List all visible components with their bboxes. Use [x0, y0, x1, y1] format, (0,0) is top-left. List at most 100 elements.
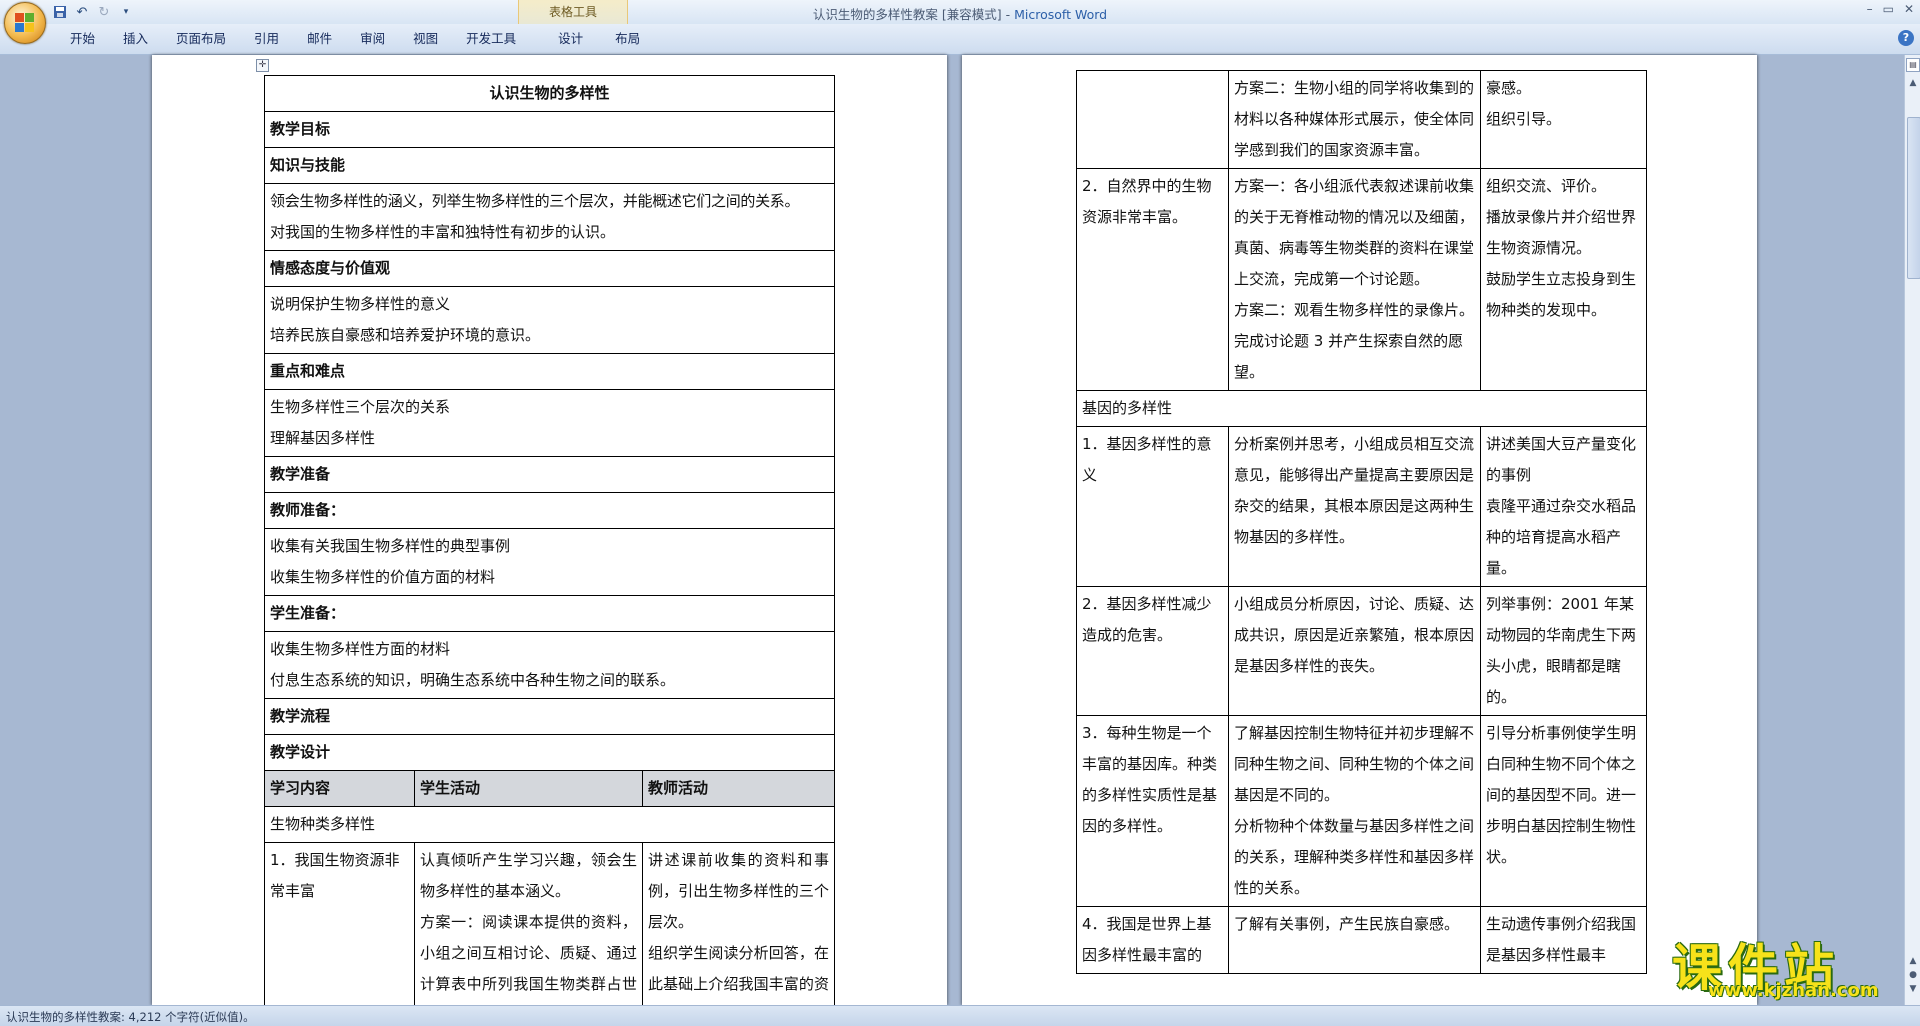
- section-design[interactable]: 教学设计: [264, 734, 835, 771]
- section-knowledge-skill[interactable]: 知识与技能: [264, 147, 835, 184]
- tab-layout[interactable]: 布局: [601, 29, 654, 49]
- tab-page-layout[interactable]: 页面布局: [162, 29, 240, 49]
- text-line: 生物多样性三个层次的关系: [270, 398, 451, 416]
- text-line: 了解有关事例，产生民族自豪感。: [1234, 915, 1460, 933]
- section-teaching-goal[interactable]: 教学目标: [264, 111, 835, 148]
- section-student-prep[interactable]: 学生准备：: [264, 595, 835, 632]
- row-teacher-cell[interactable]: 讲述课前收集的资料和事例，引出生物多样性的三个层次。 组织学生阅读分析回答，在此…: [642, 842, 835, 1005]
- scrollbar-thumb[interactable]: [1907, 117, 1920, 279]
- document-name: 认识生物的多样性教案 [兼容模式] -: [812, 7, 1015, 22]
- tab-mailings[interactable]: 邮件: [293, 29, 346, 49]
- text-line: 培养民族自豪感和培养爱护环境的意识。: [270, 326, 541, 344]
- row-student-cell[interactable]: 小组成员分析原因，讨论、质疑、达成共识，原因是近亲繁殖，根本原因是基因多样性的丧…: [1228, 586, 1481, 716]
- section-attitude[interactable]: 情感态度与价值观: [264, 250, 835, 287]
- section-prep[interactable]: 教学准备: [264, 456, 835, 493]
- section-teacher-prep[interactable]: 教师准备：: [264, 492, 835, 529]
- header-content[interactable]: 学习内容: [264, 770, 415, 807]
- text-line: 播放录像片并介绍世界生物资源情况。: [1486, 208, 1637, 257]
- text-line: 说明保护生物多样性的意义: [270, 295, 451, 313]
- lesson-table-page-1: 认识生物的多样性 教学目标 知识与技能 领会生物多样性的涵义，列举生物多样性的三…: [264, 75, 835, 1005]
- maximize-button[interactable]: ▭: [1883, 2, 1894, 16]
- row-content-cell[interactable]: [1076, 70, 1229, 169]
- text-line: 豪感。: [1486, 79, 1532, 97]
- row-student-cell[interactable]: 方案二：生物小组的同学将收集到的材料以各种媒体形式展示，使全体同学感到我们的国家…: [1228, 70, 1481, 169]
- text-line: 鼓励学生立志投身到生物种类的发现中。: [1486, 270, 1637, 319]
- vertical-scrollbar[interactable]: ▲ ▲ ● ▼: [1904, 55, 1920, 1005]
- row-teacher-cell[interactable]: 生动遗传事例介绍我国是基因多样性最丰: [1480, 906, 1647, 974]
- watermark-url: www.kjzhan.com: [1708, 980, 1879, 1001]
- row-content-cell[interactable]: 4．我国是世界上基因多样性最丰富的: [1076, 906, 1229, 974]
- text-line: 领会生物多样性的涵义，列举生物多样性的三个层次，并能概述它们之间的关系。: [270, 192, 800, 210]
- knowledge-skill-cell[interactable]: 领会生物多样性的涵义，列举生物多样性的三个层次，并能概述它们之间的关系。 对我国…: [264, 183, 835, 251]
- text-line: 组织引导。: [1486, 110, 1562, 128]
- row-student-cell[interactable]: 了解基因控制生物特征并初步理解不同种生物之间、同种生物的个体之间基因是不同的。 …: [1228, 715, 1481, 907]
- header-student-activity[interactable]: 学生活动: [414, 770, 643, 807]
- table-tools-label: 表格工具: [548, 5, 597, 19]
- lesson-title[interactable]: 认识生物的多样性: [264, 75, 835, 112]
- row-teacher-cell[interactable]: 组织交流、评价。 播放录像片并介绍世界生物资源情况。 鼓励学生立志投身到生物种类…: [1480, 168, 1647, 391]
- redo-icon[interactable]: ↻: [96, 4, 112, 20]
- row-content-cell[interactable]: 2．基因多样性减少造成的危害。: [1076, 586, 1229, 716]
- table-move-handle-icon[interactable]: ✛: [256, 59, 269, 72]
- row-teacher-cell[interactable]: 讲述美国大豆产量变化的事例 袁隆平通过杂交水稻品种的培育提高水稻产量。: [1480, 426, 1647, 587]
- row-teacher-cell[interactable]: 列举事例：2001 年某动物园的华南虎生下两头小虎，眼睛都是瞎的。: [1480, 586, 1647, 716]
- text-line: 袁隆平通过杂交水稻品种的培育提高水稻产量。: [1486, 497, 1637, 577]
- tab-home[interactable]: 开始: [56, 29, 109, 49]
- text-line: 分析物种个体数量与基因多样性之间的关系，理解种类多样性和基因多样性的关系。: [1234, 817, 1475, 897]
- undo-icon[interactable]: ↶: [74, 4, 90, 20]
- row-student-cell[interactable]: 了解有关事例，产生民族自豪感。: [1228, 906, 1481, 974]
- app-name: Microsoft Word: [1014, 7, 1108, 22]
- text-line: 付息生态系统的知识，明确生态系统中各种生物之间的联系。: [270, 671, 676, 689]
- text-line: 理解基因多样性: [270, 429, 376, 447]
- tab-view[interactable]: 视图: [399, 29, 452, 49]
- quick-access-toolbar: ↶ ↻ ▾: [52, 3, 134, 21]
- section-flow[interactable]: 教学流程: [264, 698, 835, 735]
- help-icon[interactable]: ?: [1898, 30, 1914, 46]
- text-line: 方案一：阅读课本提供的资料，小组之间互相讨论、质疑、通过计算表中所列我国生物类群…: [420, 913, 637, 993]
- word-count-status[interactable]: 认识生物的多样性教案: 4,212 个字符(近似值)。: [6, 1009, 255, 1025]
- tab-design[interactable]: 设计: [530, 29, 601, 49]
- teacher-prep-cell[interactable]: 收集有关我国生物多样性的典型事例 收集生物多样性的价值方面的材料: [264, 528, 835, 596]
- row-student-cell[interactable]: 分析案例并思考，小组成员相互交流意见，能够得出产量提高主要原因是杂交的结果，其根…: [1228, 426, 1481, 587]
- text-line: 收集有关我国生物多样性的典型事例: [270, 537, 511, 555]
- status-bar: 认识生物的多样性教案: 4,212 个字符(近似值)。: [0, 1005, 1920, 1026]
- text-line: 收集生物多样性方面的材料: [270, 640, 451, 658]
- office-button[interactable]: [4, 2, 46, 44]
- next-page-icon[interactable]: ▼: [1907, 983, 1919, 995]
- row-teacher-cell[interactable]: 引导分析事例使学生明白同种生物不同个体之间的基因型不同。进一步明白基因控制生物性…: [1480, 715, 1647, 907]
- ruler-toggle-icon[interactable]: ▤: [1906, 58, 1920, 72]
- row-student-cell[interactable]: 认真倾听产生学习兴趣，领会生物多样性的基本涵义。 方案一：阅读课本提供的资料，小…: [414, 842, 643, 1005]
- tab-insert[interactable]: 插入: [109, 29, 162, 49]
- header-teacher-activity[interactable]: 教师活动: [642, 770, 835, 807]
- attitude-cell[interactable]: 说明保护生物多样性的意义 培养民族自豪感和培养爱护环境的意识。: [264, 286, 835, 354]
- tab-review[interactable]: 审阅: [346, 29, 399, 49]
- student-prep-cell[interactable]: 收集生物多样性方面的材料 付息生态系统的知识，明确生态系统中各种生物之间的联系。: [264, 631, 835, 699]
- page-2: 方案二：生物小组的同学将收集到的材料以各种媒体形式展示，使全体同学感到我们的国家…: [962, 55, 1757, 1005]
- row-content-cell[interactable]: 2．自然界中的生物资源非常丰富。: [1076, 168, 1229, 391]
- row-content-cell[interactable]: 3．每种生物是一个丰富的基因库。种类的多样性实质性是基因的多样性。: [1076, 715, 1229, 907]
- customize-toolbar-icon[interactable]: ▾: [118, 4, 134, 20]
- tab-references[interactable]: 引用: [240, 29, 293, 49]
- text-line: 方案一：各小组派代表叙述课前收集的关于无脊椎动物的情况以及细菌，真菌、病毒等生物…: [1234, 177, 1475, 288]
- row-teacher-cell[interactable]: 豪感。 组织引导。: [1480, 70, 1647, 169]
- close-button[interactable]: ✕: [1904, 2, 1914, 16]
- previous-page-icon[interactable]: ▲: [1907, 955, 1919, 967]
- section-gene-diversity[interactable]: 基因的多样性: [1076, 390, 1647, 427]
- minimize-button[interactable]: –: [1867, 2, 1873, 16]
- text-line: 对我国的生物多样性的丰富和独特性有初步的认识。: [270, 223, 616, 241]
- key-points-cell[interactable]: 生物多样性三个层次的关系 理解基因多样性: [264, 389, 835, 457]
- save-icon[interactable]: [52, 4, 68, 20]
- row-content-cell[interactable]: 1．我国生物资源非常丰富: [264, 842, 415, 1005]
- section-key-points[interactable]: 重点和难点: [264, 353, 835, 390]
- browse-object-icon[interactable]: ●: [1907, 969, 1919, 981]
- text-line: 方案二：生物小组的同学将收集到的材料以各种媒体形式展示，使全体同学感到我们的国家…: [1234, 79, 1475, 159]
- tab-developer[interactable]: 开发工具: [452, 29, 530, 49]
- row-content-cell[interactable]: 1．基因多样性的意义: [1076, 426, 1229, 587]
- text-line: 引导分析事例使学生明白同种生物不同个体之间的基因型不同。进一步明白基因控制生物性…: [1486, 724, 1637, 866]
- row-student-cell[interactable]: 方案一：各小组派代表叙述课前收集的关于无脊椎动物的情况以及细菌，真菌、病毒等生物…: [1228, 168, 1481, 391]
- section-species-diversity[interactable]: 生物种类多样性: [264, 806, 835, 843]
- scroll-up-icon[interactable]: ▲: [1907, 77, 1919, 89]
- site-watermark-logo: 课件站 www.kjzhan.com: [1672, 928, 1904, 1004]
- text-line: 方案二：观看生物多样性的录像片。完成讨论题 3 并产生探索自然的愿望。: [1234, 301, 1475, 381]
- text-line: 列举事例：2001 年某动物园的华南虎生下两头小虎，眼睛都是瞎的。: [1486, 595, 1637, 706]
